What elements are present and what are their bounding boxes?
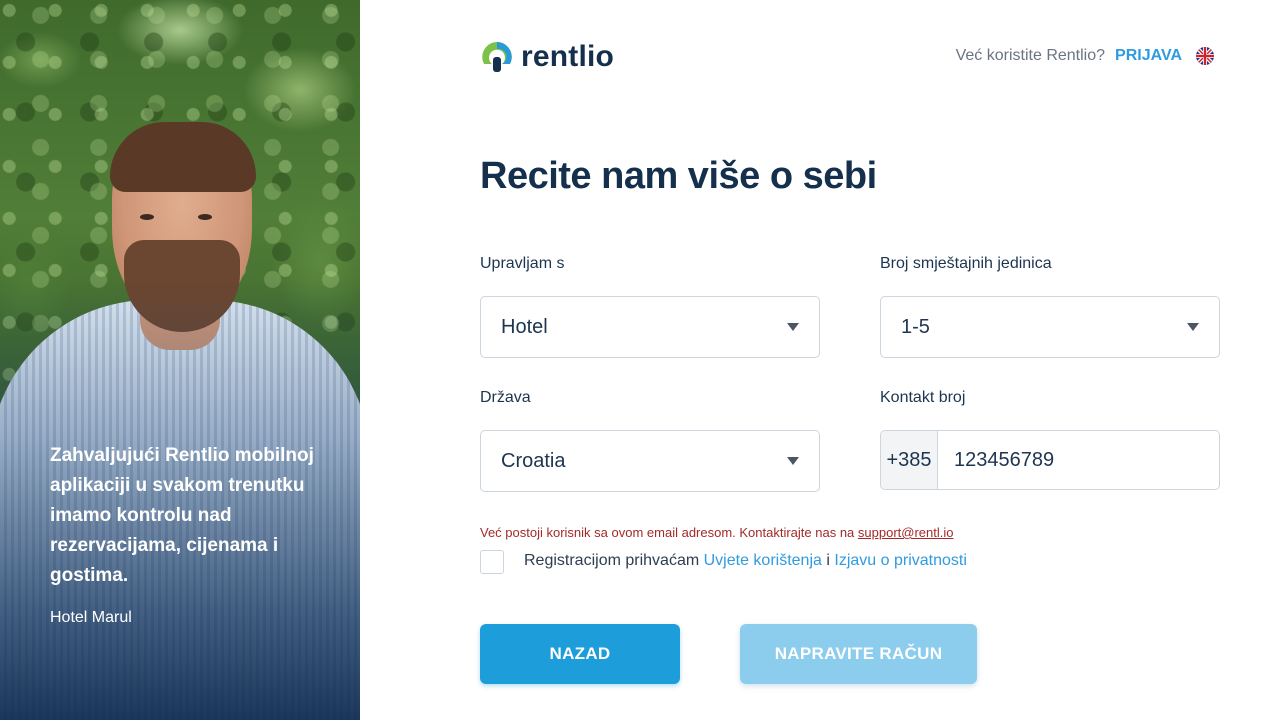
phone-prefix-select[interactable]: +385 [881,431,938,489]
login-question: Već koristite Rentlio? [955,47,1106,64]
uk-flag-icon[interactable] [1196,47,1214,65]
country-select[interactable]: Croatia [480,430,820,492]
back-button[interactable]: NAZAD [480,624,680,684]
testimonial-photo-panel: Zahvaljujući Rentlio mobilnoj aplikaciji… [0,0,360,720]
terms-of-use-link[interactable]: Uvjete korištenja [704,552,822,569]
testimonial-quote: Zahvaljujući Rentlio mobilnoj aplikaciji… [50,445,314,586]
terms-text: Registracijom prihvaćam Uvjete korištenj… [524,552,967,570]
manage-type-value: Hotel [501,315,548,338]
terms-and: i [826,552,830,569]
person-eye-right [198,214,212,220]
country-label: Država [480,389,531,406]
units-count-value: 1-5 [901,315,930,338]
units-count-select[interactable]: 1-5 [880,296,1220,358]
rentlio-logo[interactable]: rentlio [480,40,614,74]
terms-checkbox[interactable] [480,550,504,574]
page-title: Recite nam više o sebi [480,155,877,197]
chevron-down-icon [787,457,799,465]
phone-label: Kontakt broj [880,389,966,406]
phone-input[interactable] [938,431,1219,489]
login-link[interactable]: PRIJAVA [1115,47,1182,65]
brand-name: rentlio [521,40,615,73]
person-eye-left [140,214,154,220]
person-hair [110,122,256,192]
terms-prefix: Registracijom prihvaćam [524,552,700,569]
testimonial-author: Hotel Marul [50,609,132,626]
manage-type-label: Upravljam s [480,255,565,272]
chevron-down-icon [1187,323,1199,331]
units-count-label: Broj smještajnih jedinica [880,255,1052,272]
rentlio-logo-icon [480,40,514,74]
privacy-policy-link[interactable]: Izjavu o privatnosti [834,552,967,569]
country-value: Croatia [501,449,566,472]
error-message: Već postoji korisnik sa ovom email adres… [480,525,954,540]
phone-field: +385 [880,430,1220,490]
login-prompt: Već koristite Rentlio? PRIJAVA [956,47,1214,65]
manage-type-select[interactable]: Hotel [480,296,820,358]
chevron-down-icon [787,323,799,331]
create-account-button[interactable]: NAPRAVITE RAČUN [740,624,977,684]
error-text: Već postoji korisnik sa ovom email adres… [480,525,855,540]
support-email-link[interactable]: support@rentl.io [858,525,954,540]
